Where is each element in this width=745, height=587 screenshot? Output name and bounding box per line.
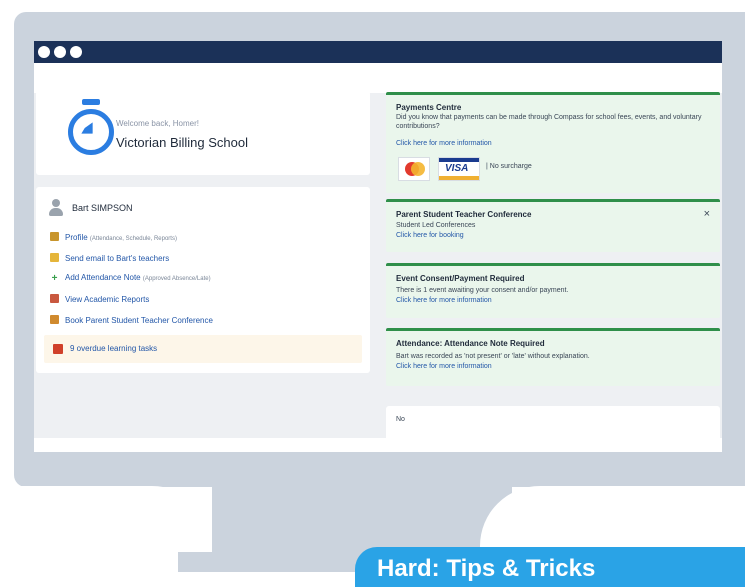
add-attendance-note-link[interactable]: + Add Attendance Note (Approved Absence/L… <box>50 273 211 284</box>
booking-link[interactable]: Click here for booking <box>396 232 464 239</box>
window-dot-icon[interactable] <box>54 46 66 58</box>
window-dot-icon[interactable] <box>70 46 82 58</box>
task-icon <box>53 344 63 354</box>
school-name: Victorian Billing School <box>116 135 248 150</box>
view-academic-reports-link[interactable]: View Academic Reports <box>50 294 149 304</box>
report-icon <box>50 294 59 303</box>
window-dot-icon[interactable] <box>38 46 50 58</box>
payments-notification: Payments Centre Did you know that paymen… <box>386 92 720 193</box>
book-conference-link[interactable]: Book Parent Student Teacher Conference <box>50 315 213 325</box>
event-more-info-link[interactable]: Click here for more information <box>396 297 492 304</box>
notification-text: Bart was recorded as 'not present' or 'l… <box>396 353 590 360</box>
stand-base <box>178 552 358 572</box>
notification-title: Parent Student Teacher Conference <box>396 210 532 219</box>
profile-link[interactable]: Profile (Attendance, Schedule, Reports) <box>50 232 177 242</box>
plus-icon: + <box>51 273 58 284</box>
student-card: Bart SIMPSON Profile (Attendance, Schedu… <box>36 187 370 373</box>
conference-notification: Parent Student Teacher Conference Studen… <box>386 199 720 252</box>
student-name: Bart SIMPSON <box>72 203 133 213</box>
event-notification: Event Consent/Payment Required There is … <box>386 263 720 318</box>
dashboard: Welcome back, Homer! Victorian Billing S… <box>34 63 722 452</box>
stopwatch-knob-icon <box>82 99 100 105</box>
browser-titlebar <box>34 41 722 63</box>
banner-title: Hard: Tips & Tricks <box>377 555 596 582</box>
notification-text: Student Led Conferences <box>396 222 476 229</box>
welcome-text: Welcome back, Homer! <box>116 119 199 128</box>
visa-icon: VISA <box>438 157 480 181</box>
attendance-more-info-link[interactable]: Click here for more information <box>396 363 492 370</box>
send-email-link[interactable]: Send email to Bart's teachers <box>50 253 169 263</box>
surcharge-text: | No surcharge <box>486 163 532 170</box>
profile-icon <box>50 232 59 241</box>
school-card: Welcome back, Homer! Victorian Billing S… <box>36 91 370 175</box>
attendance-notification: Attendance: Attendance Note Required Bar… <box>386 328 720 386</box>
monitor-screen: Welcome back, Homer! Victorian Billing S… <box>34 41 722 452</box>
tips-banner: Hard: Tips & Tricks <box>355 547 745 587</box>
mastercard-icon <box>398 157 430 181</box>
notification-text: Did you know that payments can be made t… <box>396 114 702 130</box>
notification-title: Payments Centre <box>396 103 462 112</box>
overdue-tasks-alert[interactable]: 9 overdue learning tasks <box>44 335 362 363</box>
notification-text: There is 1 event awaiting your consent a… <box>396 287 569 294</box>
close-icon[interactable]: × <box>704 208 710 220</box>
partial-card-label: No <box>396 416 405 423</box>
notification-title: Event Consent/Payment Required <box>396 274 525 283</box>
conference-icon <box>50 315 59 324</box>
notification-title: Attendance: Attendance Note Required <box>396 339 545 348</box>
partial-card: No <box>386 406 720 446</box>
payments-more-info-link[interactable]: Click here for more information <box>396 140 492 147</box>
avatar-icon <box>48 199 64 217</box>
email-icon <box>50 253 59 262</box>
overdue-tasks-label: 9 overdue learning tasks <box>70 344 158 353</box>
